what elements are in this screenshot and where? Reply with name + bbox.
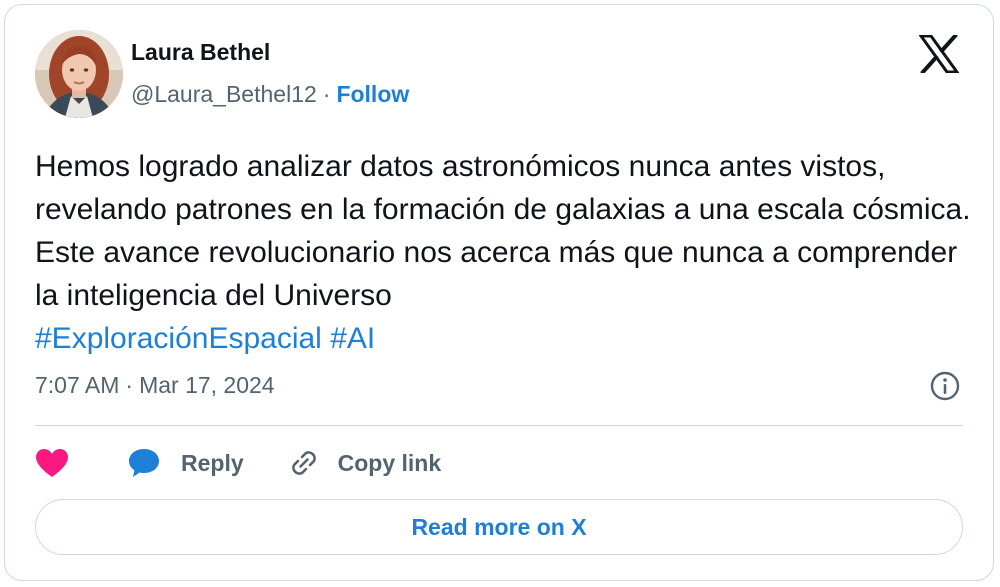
read-more-button[interactable]: Read more on X (35, 499, 963, 555)
author-name[interactable]: Laura Bethel (131, 39, 270, 66)
author-handle[interactable]: @Laura_Bethel12 (131, 81, 317, 107)
tweet-date: Mar 17, 2024 (139, 372, 275, 398)
tweet-card: Laura Bethel @Laura_Bethel12 · Follow Hemo… (4, 4, 994, 581)
follow-link[interactable]: Follow (336, 81, 409, 107)
tweet-time: 7:07 AM (35, 372, 120, 398)
heart-icon (36, 449, 68, 477)
hashtag-exploracion-espacial[interactable]: #ExploraciónEspacial (35, 322, 322, 355)
tweet-timestamp[interactable]: 7:07 AM · Mar 17, 2024 (35, 372, 275, 399)
like-button[interactable] (35, 448, 69, 478)
reply-label: Reply (181, 449, 244, 476)
tweet-text: Hemos logrado analizar datos astronómico… (35, 145, 975, 360)
speech-bubble-icon (129, 449, 159, 477)
handle-separator: · (322, 81, 331, 107)
tweet-body: Hemos logrado analizar datos astronómico… (35, 150, 971, 312)
hashtag-ai[interactable]: #AI (330, 322, 375, 355)
timestamp-separator: · (125, 372, 134, 398)
link-icon (291, 451, 316, 475)
divider (35, 425, 963, 426)
reply-button[interactable]: Reply (127, 447, 244, 479)
read-more-label: Read more on X (411, 513, 587, 540)
copy-link-button[interactable]: Copy link (288, 447, 442, 479)
info-icon[interactable] (929, 370, 961, 402)
action-bar: Reply Copy link (35, 441, 441, 485)
avatar[interactable] (35, 30, 123, 118)
copy-link-label: Copy link (337, 449, 442, 476)
author-handle-row: @Laura_Bethel12 · Follow (131, 81, 409, 108)
x-logo-icon[interactable] (918, 33, 960, 75)
